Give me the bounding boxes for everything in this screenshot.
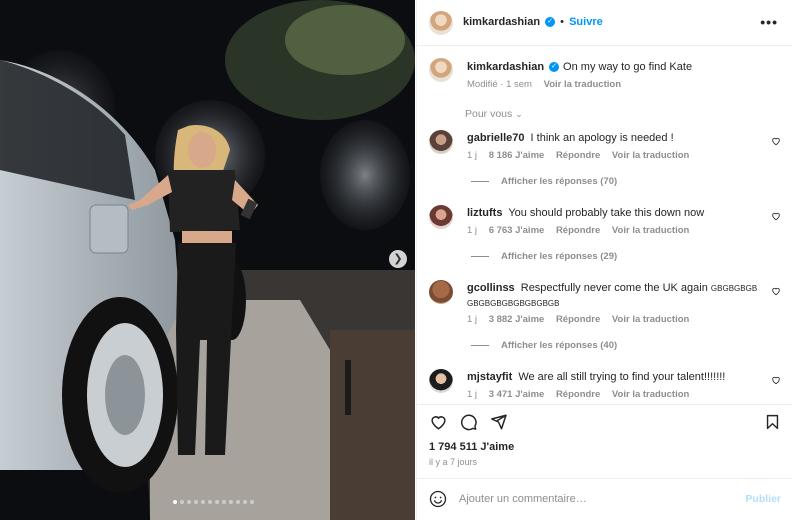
avatar[interactable] (429, 58, 453, 82)
post-dialog: ❯ kimkardashian ✓ • Suivre ••• kimkardas… (0, 0, 792, 520)
comment-likes[interactable]: 3 471 J'aime (489, 389, 545, 400)
chevron-down-icon: ⌄ (515, 109, 523, 119)
view-replies-label: Afficher les réponses (70) (501, 176, 618, 187)
comment-meta: 1 j 8 186 J'aime Répondre Voir la traduc… (467, 150, 698, 161)
translate-button[interactable]: Voir la traduction (612, 314, 689, 325)
publish-button[interactable]: Publier (745, 493, 781, 505)
comment-text: mjstayfit We are all still trying to fin… (467, 370, 757, 384)
reply-button[interactable]: Répondre (556, 389, 600, 400)
comment-body: We are all still trying to find your tal… (518, 371, 726, 383)
heart-icon[interactable] (771, 211, 781, 221)
view-replies-button[interactable]: Afficher les réponses (29) (471, 251, 617, 262)
follow-button[interactable]: Suivre (569, 16, 603, 28)
translate-button[interactable]: Voir la traduction (612, 150, 689, 161)
photo-illustration (0, 0, 415, 520)
carousel-indicator (173, 500, 254, 506)
caption-body: On my way to go find Kate (563, 61, 693, 73)
comment-likes[interactable]: 3 882 J'aime (489, 314, 545, 325)
next-photo-button[interactable]: ❯ (389, 250, 407, 268)
translate-button[interactable]: Voir la traduction (612, 225, 689, 236)
comment-meta: 1 j 3 882 J'aime Répondre Voir la traduc… (467, 314, 698, 325)
translate-button[interactable]: Voir la traduction (612, 389, 689, 400)
comment-time: 1 j (467, 314, 478, 325)
action-bar (417, 404, 792, 436)
avatar[interactable] (429, 205, 453, 229)
carousel-dot (229, 500, 233, 504)
comment-input[interactable] (459, 490, 739, 508)
verified-icon: ✓ (545, 17, 556, 28)
post-header: kimkardashian ✓ • Suivre ••• (417, 0, 792, 46)
comment-time: 1 j (467, 225, 478, 236)
avatar[interactable] (429, 280, 453, 304)
header-user: kimkardashian ✓ • Suivre (463, 16, 603, 28)
comment-icon[interactable] (459, 413, 478, 431)
heart-icon[interactable] (771, 136, 781, 146)
carousel-dot (194, 500, 198, 504)
caption-meta: Modifié · 1 sem Voir la traduction (467, 79, 630, 90)
carousel-dot (222, 500, 226, 504)
reply-button[interactable]: Répondre (556, 314, 600, 325)
comment-time: 1 j (467, 389, 478, 400)
caption-text: kimkardashian ✓ On my way to go find Kate (467, 60, 757, 74)
username-link[interactable]: liztufts (467, 207, 502, 219)
username-link[interactable]: kimkardashian (463, 16, 540, 28)
carousel-dot (236, 500, 240, 504)
comment-likes[interactable]: 6 763 J'aime (489, 225, 545, 236)
comment-text: gcollinss Respectfully never come the UK… (467, 281, 759, 311)
bookmark-icon[interactable] (764, 413, 781, 431)
comment-meta: 1 j 6 763 J'aime Répondre Voir la traduc… (467, 225, 698, 236)
view-replies-button[interactable]: Afficher les réponses (70) (471, 176, 617, 187)
more-icon[interactable]: ••• (760, 14, 778, 30)
username-link[interactable]: mjstayfit (467, 371, 512, 383)
post-side-panel: kimkardashian ✓ • Suivre ••• kimkardashi… (416, 0, 792, 520)
share-icon[interactable] (489, 413, 508, 431)
comment-text: liztufts You should probably take this d… (467, 206, 757, 220)
avatar[interactable] (429, 369, 453, 393)
comment-meta: 1 j 3 471 J'aime Répondre Voir la traduc… (467, 389, 698, 400)
sort-label: Pour vous (465, 108, 513, 120)
heart-icon[interactable] (429, 413, 448, 431)
reply-button[interactable]: Répondre (556, 225, 600, 236)
view-replies-label: Afficher les réponses (40) (501, 340, 618, 351)
comment-time: 1 j (467, 150, 478, 161)
comment-body: You should probably take this down now (508, 207, 705, 219)
avatar[interactable] (429, 11, 453, 35)
add-comment-bar: Publier (417, 478, 792, 520)
carousel-dot (173, 500, 177, 504)
view-replies-button[interactable]: Afficher les réponses (40) (471, 340, 617, 351)
emoji-icon[interactable] (429, 490, 447, 508)
carousel-dot (243, 500, 247, 504)
sort-dropdown[interactable]: Pour vous ⌄ (465, 108, 523, 120)
translate-button[interactable]: Voir la traduction (544, 79, 621, 90)
comment-likes[interactable]: 8 186 J'aime (489, 150, 545, 161)
avatar[interactable] (429, 130, 453, 154)
replies-divider (471, 256, 489, 257)
carousel-dot (215, 500, 219, 504)
replies-divider (471, 345, 489, 346)
carousel-dot (201, 500, 205, 504)
comment-body: Respectfully never come the UK again (520, 282, 708, 294)
view-replies-label: Afficher les réponses (29) (501, 251, 618, 262)
likes-count[interactable]: 1 794 511 J'aime (429, 441, 514, 453)
comment-body: I think an apology is needed ! (530, 132, 674, 144)
post-date[interactable]: il y a 7 jours (429, 457, 477, 467)
heart-icon[interactable] (771, 286, 781, 296)
caption-edited: Modifié · 1 sem (467, 79, 532, 90)
carousel-dot (250, 500, 254, 504)
carousel-dot (180, 500, 184, 504)
comment-text: gabrielle70 I think an apology is needed… (467, 131, 757, 145)
comments-list[interactable]: kimkardashian ✓ On my way to go find Kate … (417, 47, 792, 401)
carousel-dot (187, 500, 191, 504)
heart-icon[interactable] (771, 375, 781, 385)
post-photo[interactable]: ❯ (0, 0, 415, 520)
username-link[interactable]: kimkardashian (467, 61, 544, 73)
carousel-dot (208, 500, 212, 504)
username-link[interactable]: gcollinss (467, 282, 515, 294)
username-link[interactable]: gabrielle70 (467, 132, 524, 144)
separator-dot: • (560, 16, 565, 28)
reply-button[interactable]: Répondre (556, 150, 600, 161)
next-arrow-icon: ❯ (393, 252, 403, 265)
replies-divider (471, 181, 489, 182)
verified-icon: ✓ (549, 62, 560, 73)
